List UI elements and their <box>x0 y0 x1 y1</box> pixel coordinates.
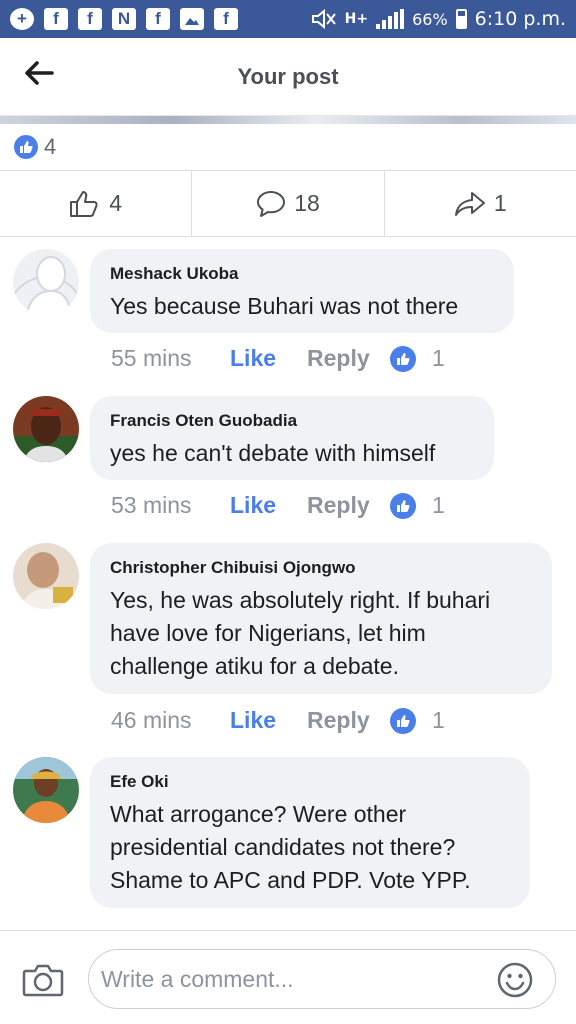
comment-reply-button[interactable]: Reply <box>307 492 390 519</box>
add-box-icon: + <box>10 8 34 30</box>
facebook-icon: f <box>78 8 102 30</box>
share-action-button[interactable]: 1 <box>385 171 576 236</box>
comment-time: 46 mins <box>111 707 192 733</box>
thumbs-up-icon <box>70 190 98 217</box>
status-bar: + f f N f f H+ 66% 6:10 p.m. <box>0 0 576 38</box>
app-header: Your post <box>0 38 576 116</box>
comment-text: Shame to APC and PDP. Vote YPP. <box>110 867 471 893</box>
comment-author[interactable]: Francis Oten Guobadia <box>110 411 474 431</box>
comment-reaction-count[interactable]: 1 <box>432 707 445 734</box>
mute-icon <box>311 9 336 29</box>
post-action-bar: 4 18 1 <box>0 171 576 237</box>
like-reaction-icon <box>390 345 416 372</box>
like-reaction-icon <box>390 492 416 519</box>
comment-text: Yes, he was absolutely right. If buhari <box>110 587 491 613</box>
comment-list[interactable]: Meshack Ukoba Yes because Buhari was not… <box>0 237 576 930</box>
comment-like-button[interactable]: Like <box>230 707 307 734</box>
system-status: H+ 66% 6:10 p.m. <box>311 8 566 30</box>
comment-like-button[interactable]: Like <box>230 492 307 519</box>
comment-reaction-count[interactable]: 1 <box>432 345 445 372</box>
comment-text: challenge atiku for a debate. <box>110 653 399 679</box>
clock: 6:10 p.m. <box>474 8 566 30</box>
gallery-icon <box>180 8 204 30</box>
notification-icons: + f f N f f <box>10 8 238 30</box>
comment-author[interactable]: Christopher Chibuisi Ojongwo <box>110 558 532 578</box>
like-reaction-icon <box>14 135 38 159</box>
post-image-edge <box>0 116 576 124</box>
avatar[interactable] <box>13 249 79 315</box>
like-reaction-icon <box>390 707 416 734</box>
comment-text: Yes because Buhari was not there <box>110 293 459 319</box>
facebook-icon: f <box>44 8 68 30</box>
comment-reaction-count[interactable]: 1 <box>432 492 445 519</box>
comment-input[interactable] <box>101 956 481 1002</box>
comment-count: 18 <box>294 190 320 216</box>
share-count: 1 <box>493 190 507 216</box>
facebook-icon: f <box>214 8 238 30</box>
comment-action-button[interactable]: 18 <box>192 171 385 236</box>
battery-icon <box>455 9 467 29</box>
comment-input-wrapper[interactable] <box>88 949 556 1009</box>
comment-text: What arrogance? Were other <box>110 801 407 827</box>
emoji-icon[interactable] <box>497 962 533 998</box>
comment-meta: 46 mins Like Reply 1 <box>111 707 445 734</box>
comment-reply-button[interactable]: Reply <box>307 707 390 734</box>
camera-icon[interactable] <box>22 963 64 997</box>
comment-composer <box>0 930 576 1024</box>
page-title: Your post <box>237 64 339 89</box>
comment-author[interactable]: Efe Oki <box>110 772 510 792</box>
comment-author[interactable]: Meshack Ukoba <box>110 264 494 284</box>
reaction-count: 4 <box>44 134 57 159</box>
comment-bubble[interactable]: Christopher Chibuisi Ojongwo Yes, he was… <box>90 543 552 694</box>
signal-icon <box>376 9 405 29</box>
like-action-button[interactable]: 4 <box>0 171 193 236</box>
like-count: 4 <box>109 190 123 216</box>
comment-reply-button[interactable]: Reply <box>307 345 390 372</box>
comment-bubble[interactable]: Meshack Ukoba Yes because Buhari was not… <box>90 249 514 333</box>
reaction-summary[interactable]: 4 <box>0 124 576 171</box>
comment-text: have love for Nigerians, let him <box>110 620 426 646</box>
battery-percent: 66% <box>412 9 448 29</box>
comment-meta: 53 mins Like Reply 1 <box>111 492 445 519</box>
avatar[interactable] <box>13 396 79 462</box>
comment-bubble[interactable]: Efe Oki What arrogance? Were other presi… <box>90 757 530 908</box>
news-icon: N <box>112 8 136 30</box>
share-arrow-icon <box>454 191 485 216</box>
comment-bubble-icon <box>257 190 286 217</box>
avatar[interactable] <box>13 543 79 609</box>
comment-text: presidential candidates not there? <box>110 834 456 860</box>
comment-like-button[interactable]: Like <box>230 345 307 372</box>
comment-bubble[interactable]: Francis Oten Guobadia yes he can't debat… <box>90 396 494 480</box>
facebook-icon: f <box>146 8 170 30</box>
comment-text: yes he can't debate with himself <box>110 440 436 466</box>
comment-time: 53 mins <box>111 492 192 518</box>
network-type: H+ <box>344 11 369 27</box>
comment-meta: 55 mins Like Reply 1 <box>111 345 445 372</box>
avatar[interactable] <box>13 757 79 823</box>
comment-time: 55 mins <box>111 345 192 371</box>
